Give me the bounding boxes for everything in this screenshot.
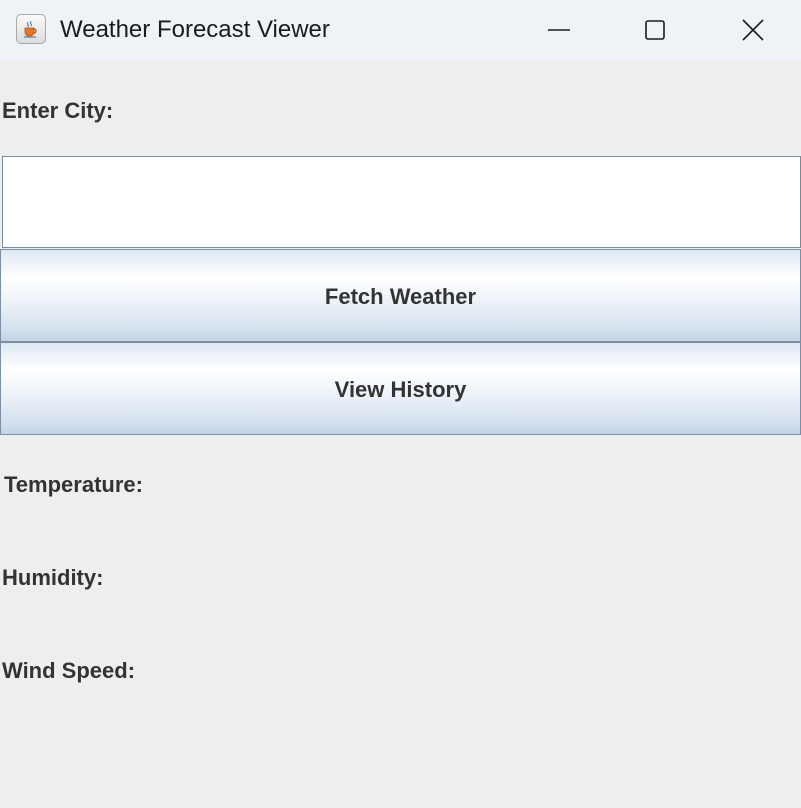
title-bar[interactable]: Weather Forecast Viewer <box>0 0 801 60</box>
fetch-weather-button[interactable]: Fetch Weather <box>0 249 801 342</box>
city-input[interactable] <box>2 156 801 248</box>
temperature-label: Temperature: <box>4 472 143 497</box>
close-icon <box>742 19 764 41</box>
view-history-button[interactable]: View History <box>0 342 801 435</box>
weather-forecast-window: Weather Forecast Viewer Enter City: Fetc… <box>0 0 801 808</box>
window-title: Weather Forecast Viewer <box>60 16 330 43</box>
maximize-button[interactable] <box>607 0 703 60</box>
minimize-icon <box>548 29 570 31</box>
humidity-label: Humidity: <box>2 565 104 590</box>
java-coffee-cup-icon[interactable] <box>16 14 46 44</box>
minimize-button[interactable] <box>511 0 607 60</box>
maximize-icon <box>645 20 665 40</box>
close-button[interactable] <box>705 0 801 60</box>
wind-speed-label: Wind Speed: <box>2 658 136 683</box>
city-label: Enter City: <box>2 98 114 123</box>
